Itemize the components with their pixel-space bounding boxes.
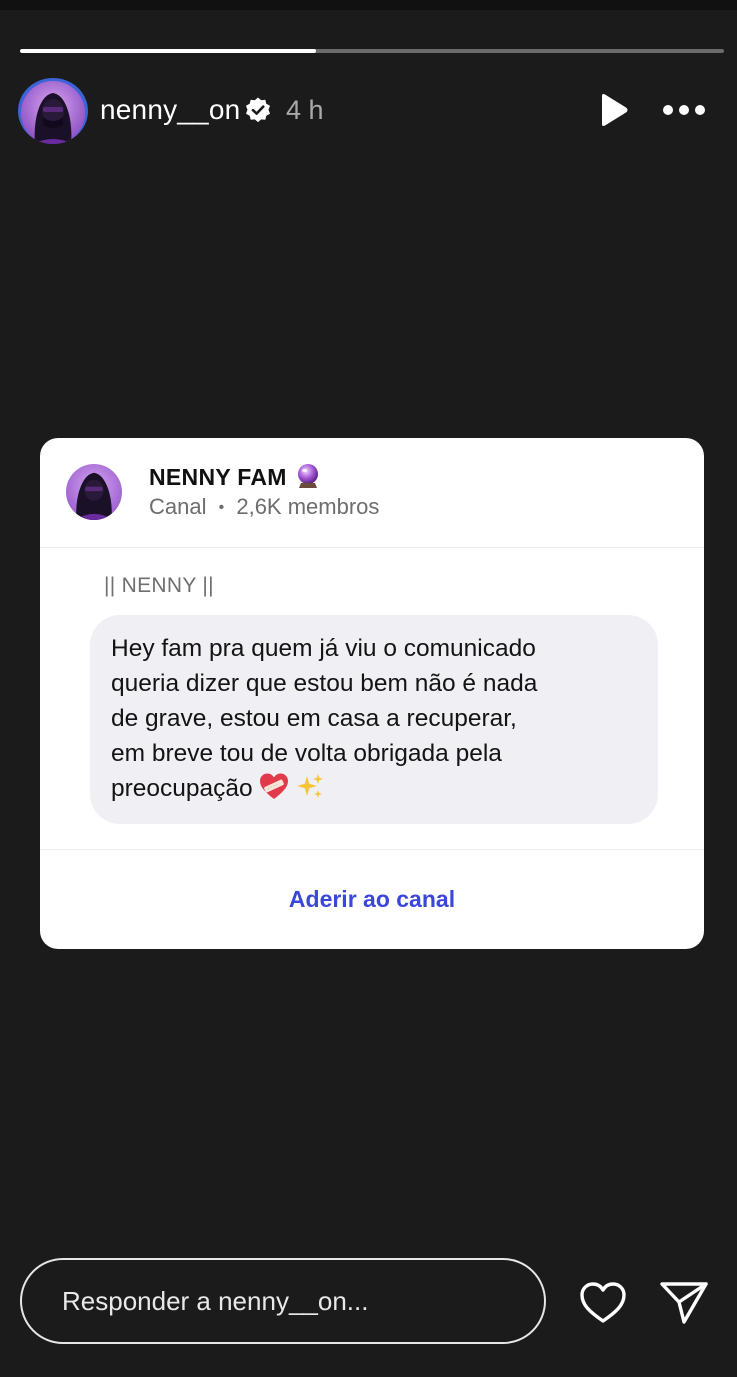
channel-meta: Canal • 2,6K membros bbox=[149, 494, 379, 520]
sparkles-icon bbox=[295, 772, 325, 802]
join-channel-button[interactable]: Aderir ao canal bbox=[40, 850, 704, 949]
reply-placeholder: Responder a nenny__on... bbox=[62, 1286, 369, 1316]
mending-heart-icon bbox=[259, 772, 289, 802]
story-timestamp: 4 h bbox=[286, 95, 324, 125]
channel-title: NENNY FAM bbox=[149, 463, 321, 491]
member-count: 2,6K membros bbox=[236, 494, 380, 519]
username[interactable]: nenny__on bbox=[100, 94, 240, 126]
channel-avatar bbox=[66, 464, 122, 520]
play-button[interactable] bbox=[596, 92, 630, 128]
story-progress-fill bbox=[20, 49, 316, 53]
story-progress-bar bbox=[20, 49, 724, 53]
avatar[interactable] bbox=[18, 78, 88, 144]
meta-separator: • bbox=[218, 499, 225, 516]
reply-input[interactable]: Responder a nenny__on... bbox=[20, 1258, 546, 1344]
more-icon bbox=[663, 105, 705, 115]
message-bubble: Hey fam pra quem já viu o comunicado que… bbox=[90, 615, 658, 824]
send-button[interactable] bbox=[658, 1280, 710, 1326]
avatar-image bbox=[21, 81, 85, 144]
message-sender: || NENNY || bbox=[104, 574, 214, 597]
like-button[interactable] bbox=[578, 1280, 628, 1326]
message-text-block: Hey fam pra quem já viu o comunicado que… bbox=[111, 631, 641, 806]
play-icon bbox=[602, 94, 628, 126]
heart-icon bbox=[580, 1282, 626, 1323]
send-icon bbox=[660, 1282, 708, 1324]
channel-name: NENNY FAM bbox=[149, 464, 287, 490]
verified-badge-icon bbox=[244, 96, 272, 124]
crystal-ball-icon bbox=[295, 463, 321, 489]
story-header: nenny__on 4 h bbox=[18, 78, 718, 144]
more-options-button[interactable] bbox=[660, 98, 708, 122]
channel-type: Canal bbox=[149, 494, 207, 519]
channel-header: NENNY FAM Canal • 2,6K membros bbox=[40, 438, 704, 548]
status-strip bbox=[0, 0, 737, 10]
channel-card[interactable]: NENNY FAM Canal • 2,6K membros || NENNY … bbox=[40, 438, 704, 949]
